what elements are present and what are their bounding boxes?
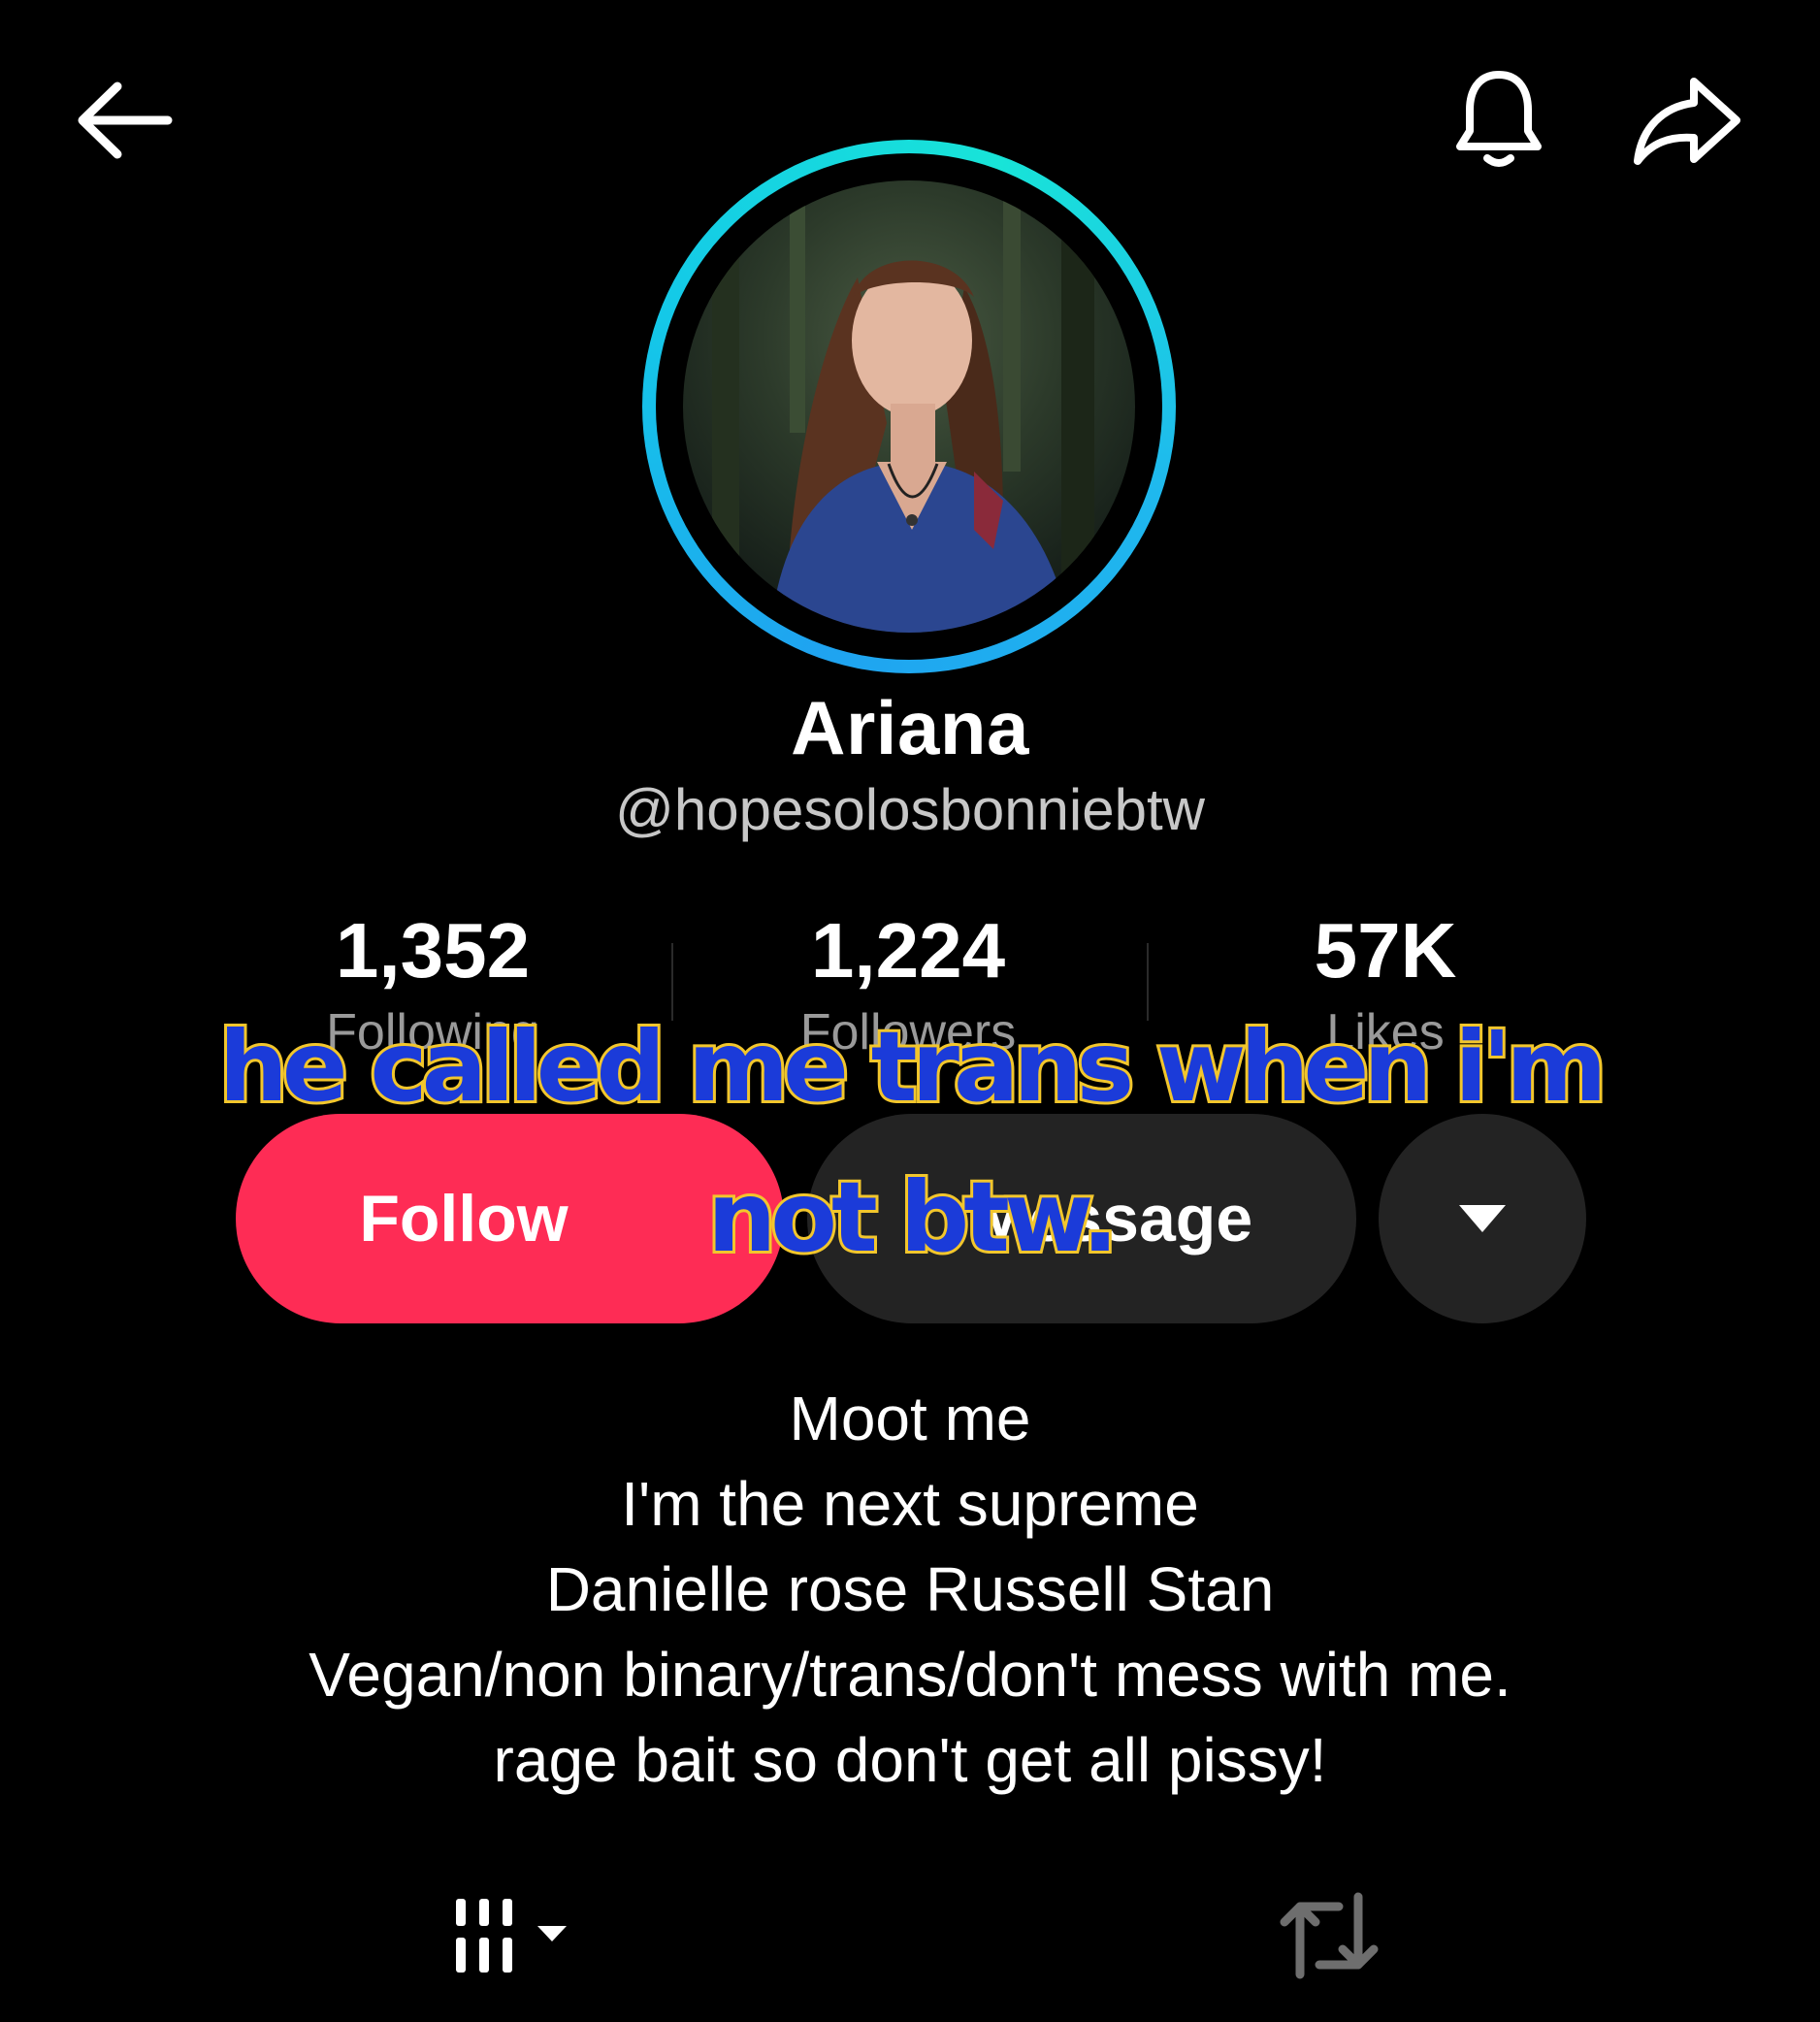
overlay-caption-line-1: he called me trans when i'm — [216, 1010, 1610, 1124]
bio-line: I'm the next supreme — [621, 1469, 1199, 1539]
videos-grid-icon — [456, 1899, 567, 1973]
bio: Moot me I'm the next supreme Danielle ro… — [0, 1376, 1820, 1803]
stat-followers-value: 1,224 — [810, 907, 1006, 994]
avatar-photo-illustration — [712, 180, 1094, 633]
notification-bell-button[interactable] — [1441, 62, 1557, 179]
share-arrow-icon — [1634, 78, 1740, 165]
bio-line: Moot me — [789, 1384, 1031, 1453]
username: @hopesolosbonniebtw — [615, 777, 1205, 842]
arrow-left-icon — [78, 82, 173, 159]
avatar — [683, 180, 1135, 633]
share-button[interactable] — [1630, 62, 1746, 179]
tab-reposts[interactable] — [1261, 1877, 1397, 1994]
avatar-story-ring[interactable] — [642, 140, 1176, 673]
bio-line: Vegan/non binary/trans/don't mess with m… — [309, 1640, 1511, 1710]
stat-divider — [671, 943, 673, 1021]
bell-icon — [1456, 71, 1542, 167]
display-name: Ariana — [791, 685, 1029, 770]
repost-icon — [1280, 1892, 1379, 1979]
bio-line: rage bait so don't get all pissy! — [493, 1725, 1327, 1795]
tab-videos[interactable] — [427, 1877, 592, 1994]
stat-likes-value: 57K — [1314, 907, 1457, 994]
bio-line: Danielle rose Russell Stan — [545, 1554, 1275, 1624]
stat-divider — [1147, 943, 1149, 1021]
overlay-caption-line-2: not btw. — [704, 1160, 1121, 1274]
back-button[interactable] — [66, 62, 182, 179]
stat-following-value: 1,352 — [335, 907, 531, 994]
